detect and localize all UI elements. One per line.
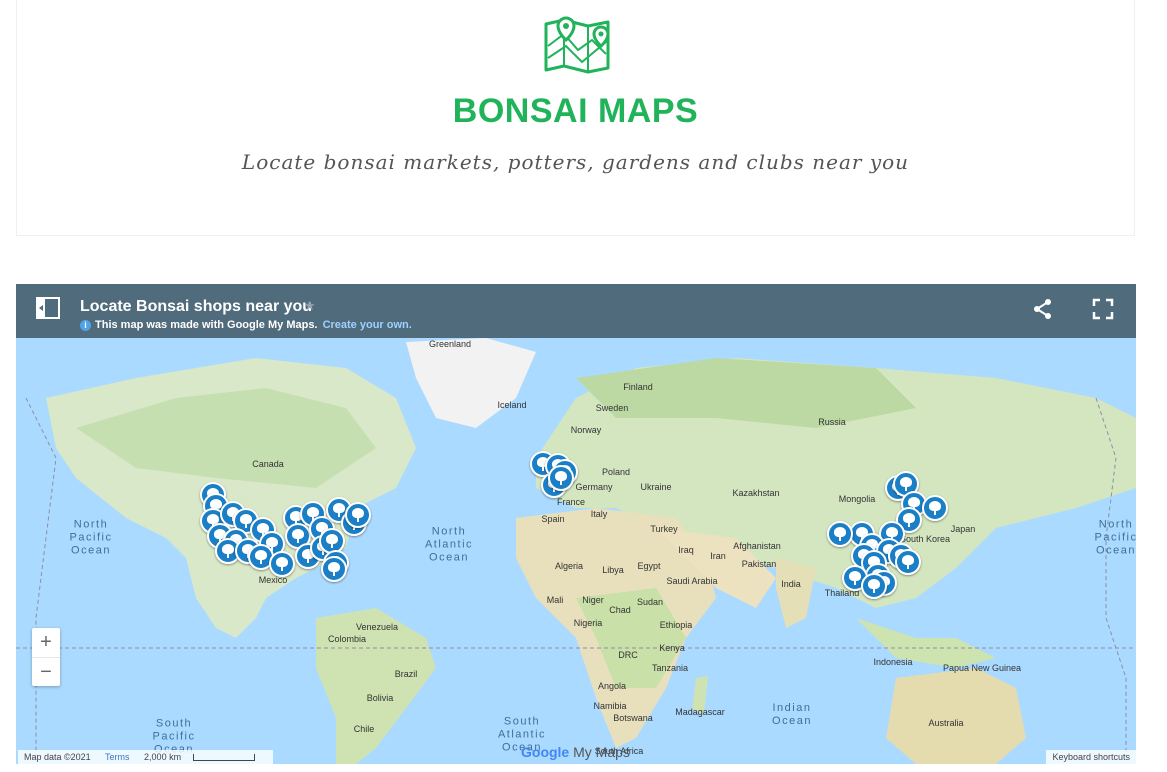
- map-legend-toggle-icon[interactable]: [36, 297, 60, 319]
- place-label: DRC: [618, 650, 638, 660]
- place-label: Greenland: [428, 339, 472, 349]
- place-label: Spain: [541, 514, 565, 524]
- place-label: Kenya: [659, 643, 685, 653]
- my-maps-wordmark: My Maps: [573, 744, 630, 760]
- share-icon[interactable]: [1032, 298, 1054, 320]
- place-label: Pakistan: [741, 559, 777, 569]
- zoom-control: + −: [32, 628, 60, 686]
- place-label: Russia: [818, 417, 846, 427]
- shop-pin[interactable]: [861, 573, 887, 599]
- place-label: Colombia: [327, 634, 367, 644]
- shop-pin[interactable]: [922, 495, 948, 521]
- place-label: France: [556, 497, 586, 507]
- ocean-label: Indian Ocean: [772, 702, 812, 727]
- place-label: Saudi Arabia: [666, 576, 718, 586]
- place-label: Papua New Guinea: [942, 663, 1022, 673]
- place-label: Iran: [710, 551, 726, 561]
- place-label: Namibia: [593, 701, 627, 711]
- scale-label: 2,000 km: [144, 752, 182, 762]
- place-label: Kazakhstan: [732, 488, 780, 498]
- place-label: Australia: [928, 718, 964, 728]
- place-label: Sweden: [595, 403, 629, 413]
- zoom-in-button[interactable]: +: [32, 628, 60, 658]
- place-label: Finland: [623, 382, 653, 392]
- world-map-graphic: [16, 338, 1136, 764]
- google-my-maps-logo: Google My Maps: [521, 744, 630, 760]
- create-your-own-link[interactable]: Create your own.: [323, 319, 412, 331]
- star-icon[interactable]: ★: [304, 298, 316, 314]
- place-label: Angola: [597, 681, 627, 691]
- place-label: Sudan: [636, 597, 664, 607]
- shop-pin[interactable]: [827, 521, 853, 547]
- terms-link[interactable]: Terms: [105, 752, 130, 762]
- place-label: Poland: [601, 467, 631, 477]
- place-label: Algeria: [554, 561, 584, 571]
- place-label: Nigeria: [573, 618, 603, 628]
- place-label: Germany: [575, 482, 613, 492]
- map-embed[interactable]: Locate Bonsai shops near you ★ i This map…: [16, 284, 1136, 764]
- scale-bar: [193, 754, 256, 762]
- ocean-label: North Atlantic Ocean: [424, 525, 474, 564]
- map-canvas[interactable]: Greenland Iceland Finland Sweden Norway …: [16, 338, 1136, 764]
- hero-card: BONSAI MAPS Locate bonsai markets, potte…: [16, 0, 1135, 236]
- place-label: Niger: [582, 595, 604, 605]
- map-footer: Map data ©2021 Terms 2,000 km: [18, 750, 274, 764]
- shop-pin[interactable]: [345, 502, 371, 528]
- keyboard-shortcuts-link[interactable]: Keyboard shortcuts: [1046, 750, 1136, 764]
- place-label: Japan: [950, 524, 976, 534]
- place-label: Ethiopia: [659, 620, 693, 630]
- zoom-out-button[interactable]: −: [32, 658, 60, 687]
- place-label: Venezuela: [355, 622, 399, 632]
- place-label: Tanzania: [651, 663, 689, 673]
- map-header: Locate Bonsai shops near you ★ i This map…: [16, 284, 1136, 338]
- page-subtitle: Locate bonsai markets, potters, gardens …: [241, 150, 910, 174]
- place-label: Libya: [602, 565, 624, 575]
- fullscreen-icon[interactable]: [1092, 298, 1114, 320]
- place-label: Brazil: [394, 669, 418, 679]
- place-label: Chad: [609, 605, 631, 615]
- ocean-label: North Pacific Ocean: [1094, 518, 1136, 557]
- google-wordmark: Google: [521, 744, 570, 760]
- place-label: Iraq: [678, 545, 694, 555]
- place-label: Indonesia: [873, 657, 913, 667]
- place-label: Ukraine: [640, 482, 672, 492]
- place-label: Italy: [590, 509, 608, 519]
- place-label: Turkey: [650, 524, 678, 534]
- place-label: Iceland: [497, 400, 527, 410]
- info-icon: i: [80, 319, 91, 331]
- place-label: Egypt: [637, 561, 661, 571]
- ocean-label: North Pacific Ocean: [69, 518, 113, 557]
- place-label: Norway: [570, 425, 602, 435]
- note-text: This map was made with Google My Maps.: [95, 319, 318, 331]
- place-label: South Korea: [899, 534, 951, 544]
- place-label: Mali: [546, 595, 564, 605]
- map-pin-icon: [544, 16, 610, 74]
- place-label: Bolivia: [366, 693, 394, 703]
- map-title: Locate Bonsai shops near you: [80, 298, 313, 315]
- shop-pin[interactable]: [269, 551, 295, 577]
- place-label: Mongolia: [838, 494, 876, 504]
- shop-pin[interactable]: [548, 465, 574, 491]
- shop-pin[interactable]: [895, 549, 921, 575]
- shop-pin[interactable]: [321, 556, 347, 582]
- place-label: Madagascar: [675, 707, 725, 717]
- page-title: BONSAI MAPS: [452, 92, 699, 130]
- place-label: Canada: [252, 459, 284, 469]
- place-label: Afghanistan: [733, 541, 781, 551]
- place-label: Botswana: [613, 713, 653, 723]
- map-attribution-note: i This map was made with Google My Maps. …: [80, 319, 412, 331]
- place-label: India: [781, 579, 801, 589]
- place-label: Chile: [353, 724, 375, 734]
- map-data-credit: Map data ©2021: [24, 752, 91, 762]
